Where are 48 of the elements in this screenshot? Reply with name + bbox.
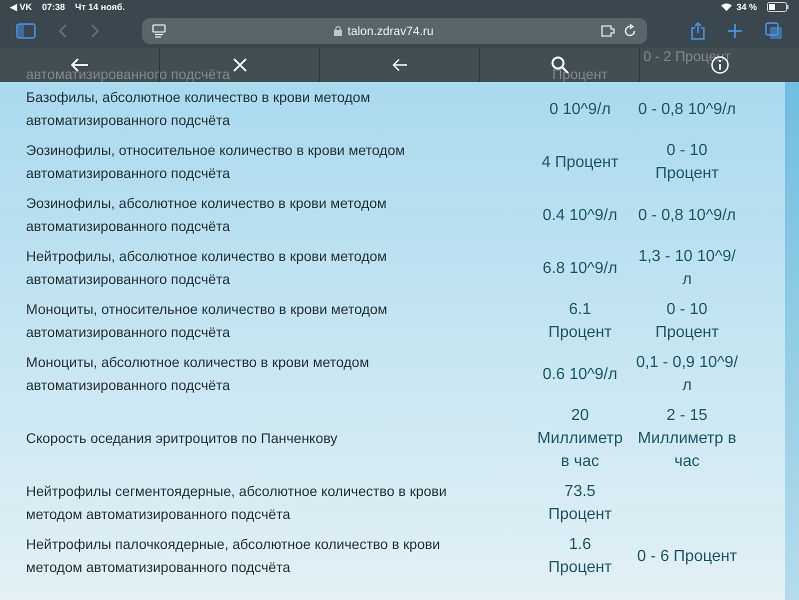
reference-range: 0 - 0,8 10^9/л xyxy=(637,206,737,226)
reference-range: 1,3 - 10 10^9/л xyxy=(637,247,737,290)
test-name: Эозинофилы, относительное количество в крови методом автоматизированного подсчёта xyxy=(26,141,406,183)
test-name: Эозинофилы, абсолютное количество в крови методом автоматизированного подсчёта xyxy=(26,194,388,236)
url-text: talon.zdrav74.ru xyxy=(348,24,434,38)
test-value: 6.1 Процент xyxy=(547,300,613,343)
test-value: 0.4 10^9/л xyxy=(542,206,618,226)
wifi-icon xyxy=(721,3,732,11)
test-value: 4 Процент xyxy=(540,152,620,172)
battery-icon xyxy=(767,2,789,12)
reference-range: 0,1 - 0,9 10^9/л xyxy=(635,353,739,396)
reference-range: 0 - 10 Процент xyxy=(654,300,720,343)
back-to-app-link[interactable]: ◀ VK xyxy=(10,2,32,12)
test-value: 6.8 10^9/л xyxy=(542,258,618,278)
test-name: Скорость оседания эритроцитов по Панченкову xyxy=(26,429,338,448)
reference-range: 0 - 0,8 10^9/л xyxy=(637,100,737,120)
battery-percent: 34 % xyxy=(736,2,757,12)
test-name: Базофилы, абсолютное количество в крови методом автоматизированного подсчёта xyxy=(26,88,372,130)
test-value: 20 Миллиметр в час xyxy=(536,406,624,472)
left-arrow-icon[interactable] xyxy=(392,58,408,72)
test-name: Моноциты, относительное количество в крови методом автоматизированного подсчёта xyxy=(26,300,388,342)
test-name: Нейтрофилы палочкоядерные, абсолютное количество в крови методом автоматизированного подсчёта xyxy=(26,535,442,577)
tabs-icon[interactable] xyxy=(765,22,783,40)
reader-icon[interactable] xyxy=(152,24,166,38)
reference-range: 0 - 6 Процент xyxy=(636,546,738,566)
test-name: Нейтрофилы сегментоядерные, абсолютное количество в крови методом автоматизированного подсчёта xyxy=(26,482,448,524)
reference-range: 0 - 10 Процент xyxy=(654,141,720,184)
test-value: 1.6 Процент xyxy=(547,535,613,578)
test-value: 0 10^9/л xyxy=(548,100,612,120)
test-name: Моноциты, абсолютное количество в крови методом автоматизированного подсчёта xyxy=(26,353,370,395)
plus-icon[interactable] xyxy=(727,23,744,39)
reference-range: 2 - 15 Миллиметр в час xyxy=(636,406,738,472)
close-icon[interactable] xyxy=(232,58,246,72)
left-arrow-icon[interactable] xyxy=(70,58,88,72)
test-name: автоматизированного подсчёта xyxy=(26,66,232,82)
test-name: Нейтрофилы, абсолютное количество в крови методом автоматизированного подсчёта xyxy=(26,247,388,289)
status-date: Чт 14 нояб. xyxy=(75,2,125,12)
address-bar[interactable]: talon.zdrav74.ru xyxy=(142,18,648,44)
test-value: 0.6 10^9/л xyxy=(542,364,618,384)
share-icon[interactable] xyxy=(691,22,706,40)
reload-icon[interactable] xyxy=(623,24,638,38)
test-value: Процент xyxy=(551,66,609,82)
test-value: 73.5 Процент xyxy=(547,482,613,525)
reference-range: 0 - 2 Процент xyxy=(642,48,732,64)
extension-icon[interactable] xyxy=(601,24,618,38)
lock-icon xyxy=(334,26,342,36)
status-time: 07:38 xyxy=(42,2,66,12)
sidebar-icon[interactable] xyxy=(16,23,36,39)
